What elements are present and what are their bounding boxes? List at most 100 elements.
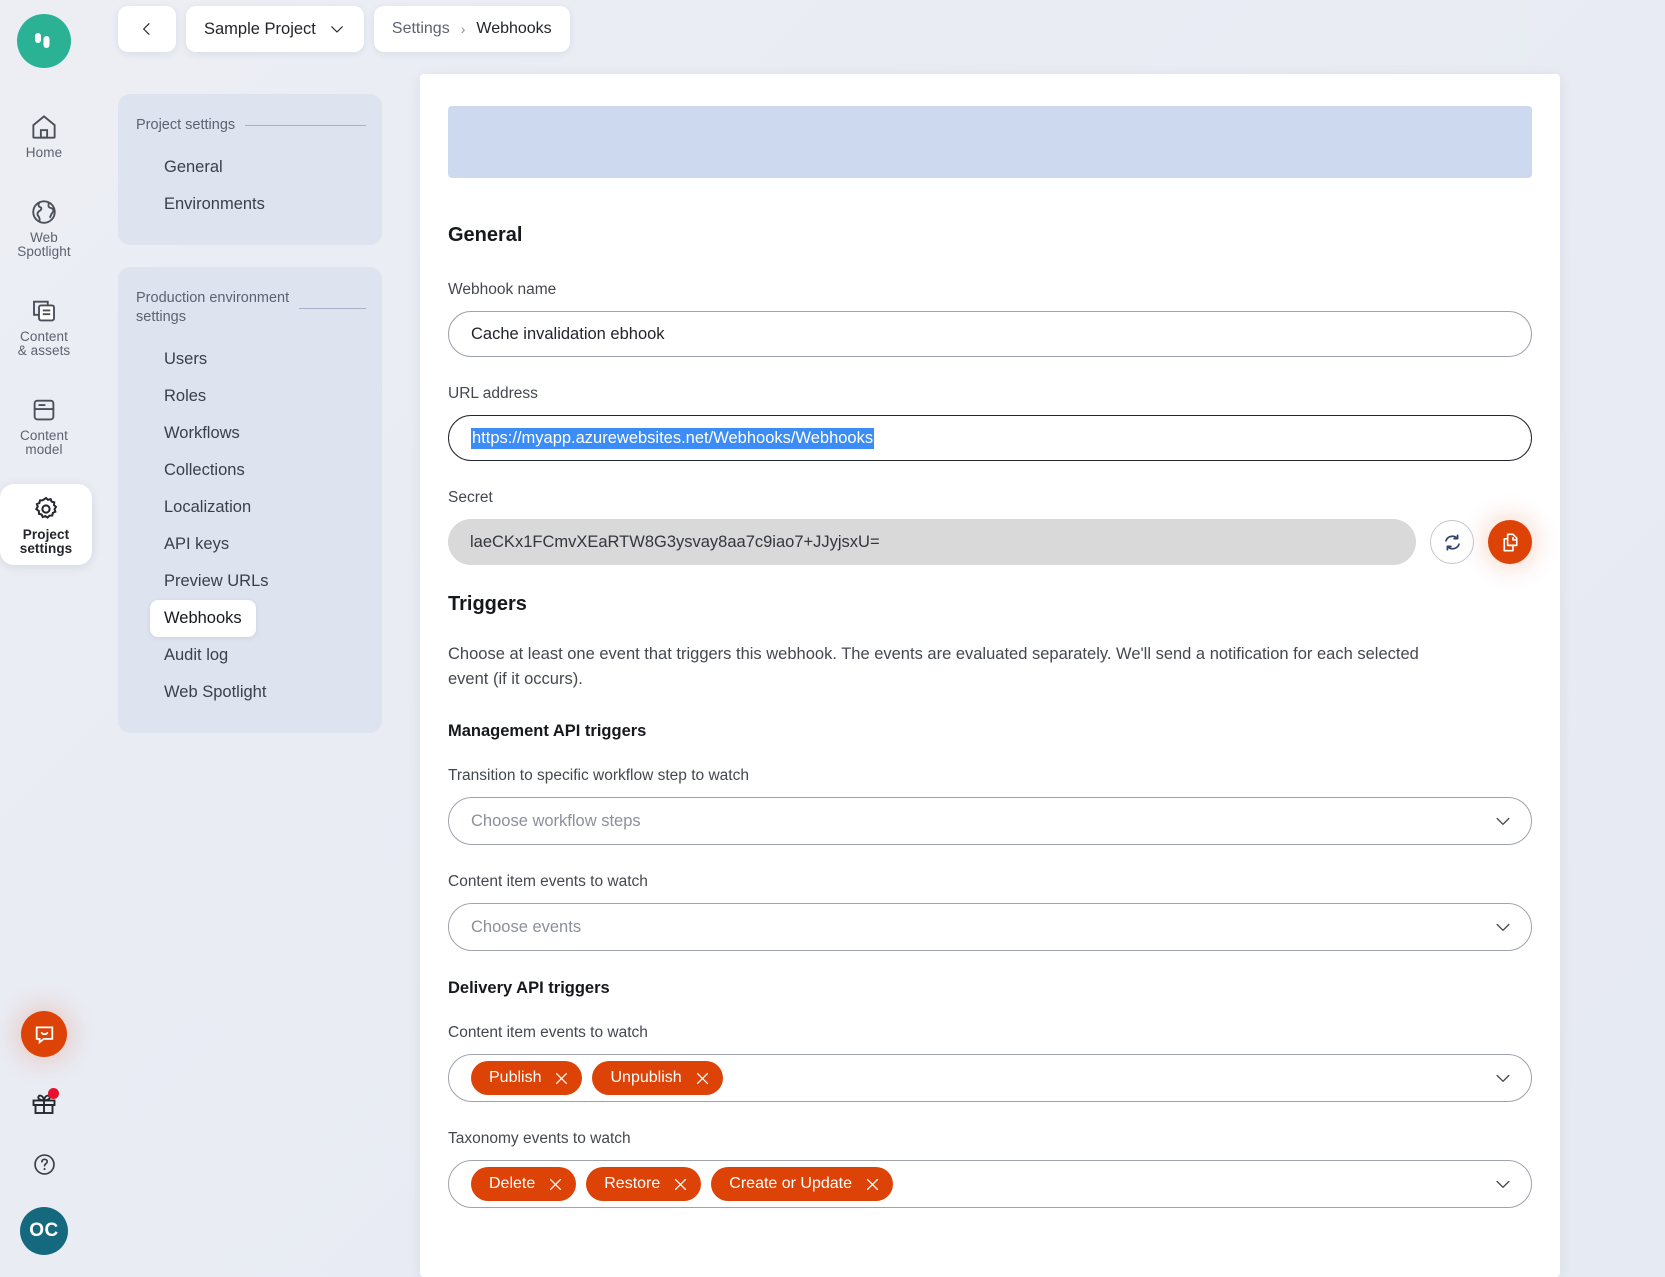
- close-icon[interactable]: [547, 1176, 564, 1193]
- divider-line: [245, 125, 366, 126]
- nav-link-roles[interactable]: Roles: [136, 378, 366, 415]
- chip-publish[interactable]: Publish: [471, 1061, 583, 1095]
- chip-label: Create or Update: [729, 1175, 853, 1192]
- nav-group-header: Project settings: [136, 116, 366, 135]
- back-button[interactable]: [118, 6, 176, 52]
- nav-link-audit-log[interactable]: Audit log: [136, 637, 366, 674]
- nav-link-webhooks[interactable]: Webhooks: [136, 600, 366, 637]
- rail-item-label: Content model: [20, 427, 68, 457]
- nav-link-label: Web Spotlight: [164, 683, 267, 701]
- rail-item-label: Project settings: [19, 526, 73, 556]
- model-icon: [33, 399, 55, 420]
- gear-icon: [34, 496, 58, 519]
- nav-link-general[interactable]: General: [136, 149, 366, 186]
- webhook-name-label: Webhook name: [448, 281, 557, 298]
- gift-notification-badge: [48, 1088, 59, 1099]
- breadcrumb-current: Webhooks: [476, 20, 552, 37]
- divider-line: [299, 307, 366, 309]
- chip-restore[interactable]: Restore: [586, 1167, 702, 1201]
- nav-group-production-environment: Production environment settings Users Ro…: [118, 267, 382, 733]
- general-heading: General: [448, 224, 523, 246]
- rail-bottom: OC: [0, 1011, 88, 1277]
- breadcrumb-parent[interactable]: Settings: [392, 20, 450, 38]
- main-content: General Webhook name Cache invalidation …: [420, 74, 1560, 1208]
- nav-link-workflows[interactable]: Workflows: [136, 415, 366, 452]
- breadcrumb[interactable]: Settings › Webhooks: [373, 6, 570, 52]
- close-icon[interactable]: [672, 1176, 689, 1193]
- app-root: Home Web Spotlight Content & assets Cont…: [0, 0, 1665, 1277]
- rail-item-project-settings[interactable]: Project settings: [0, 483, 92, 565]
- left-rail: Home Web Spotlight Content & assets Cont…: [0, 0, 92, 1277]
- management-content-events-field: Content item events to watch Choose even…: [448, 873, 1532, 951]
- triggers-description: Choose at least one event that triggers …: [448, 645, 1419, 688]
- main-panel: General Webhook name Cache invalidation …: [420, 74, 1560, 1277]
- chevron-down-icon: [1496, 1180, 1510, 1188]
- chip-label: Delete: [489, 1175, 536, 1192]
- management-content-events-placeholder: Choose events: [471, 917, 582, 936]
- delivery-content-events-field: Content item events to watch Publish Unp…: [448, 1024, 1532, 1102]
- webhook-name-input[interactable]: Cache invalidation ebhook: [448, 311, 1532, 357]
- project-selector[interactable]: Sample Project: [186, 6, 364, 52]
- close-icon[interactable]: [694, 1070, 711, 1087]
- rail-item-web-spotlight[interactable]: Web Spotlight: [0, 187, 88, 268]
- nav-link-label: Localization: [164, 498, 252, 516]
- avatar[interactable]: OC: [20, 1207, 68, 1255]
- url-address-input[interactable]: https://myapp.azurewebsites.net/Webhooks…: [448, 415, 1532, 461]
- delivery-api-triggers-heading: Delivery API triggers: [448, 979, 610, 997]
- chevron-down-icon: [1496, 817, 1510, 825]
- chip-delete[interactable]: Delete: [471, 1167, 577, 1201]
- taxonomy-events-label: Taxonomy events to watch: [448, 1130, 631, 1147]
- rail-item-label: Web Spotlight: [17, 229, 71, 259]
- nav-link-localization[interactable]: Localization: [136, 489, 366, 526]
- refresh-icon: [1444, 533, 1460, 551]
- gift-button[interactable]: [27, 1087, 61, 1121]
- close-icon[interactable]: [553, 1070, 570, 1087]
- chip-unpublish[interactable]: Unpublish: [592, 1061, 723, 1095]
- top-bar: Sample Project Settings › Webhooks: [118, 6, 570, 52]
- app-logo[interactable]: [17, 14, 71, 68]
- chip-label: Restore: [604, 1175, 661, 1192]
- management-content-events-label: Content item events to watch: [448, 873, 648, 890]
- nav-link-label: API keys: [164, 535, 230, 553]
- secret-row: laeCKx1FCmvXEaRTW8G3ysvay8aa7c9iao7+JJyj…: [448, 519, 1532, 565]
- chip-create-or-update[interactable]: Create or Update: [711, 1167, 894, 1201]
- documents-icon: [33, 300, 55, 321]
- management-content-events-select[interactable]: Choose events: [448, 903, 1532, 951]
- nav-link-users[interactable]: Users: [136, 341, 366, 378]
- nav-group-title: Project settings: [136, 117, 236, 133]
- delivery-content-events-chips: Publish Unpublish: [471, 1061, 1493, 1095]
- chip-label: Publish: [489, 1069, 542, 1086]
- nav-link-api-keys[interactable]: API keys: [136, 526, 366, 563]
- secret-label: Secret: [448, 489, 493, 506]
- nav-link-web-spotlight[interactable]: Web Spotlight: [136, 674, 366, 711]
- help-button[interactable]: [29, 1149, 59, 1179]
- copy-secret-button[interactable]: [1488, 520, 1532, 564]
- secret-value: laeCKx1FCmvXEaRTW8G3ysvay8aa7c9iao7+JJyj…: [470, 532, 880, 551]
- webhook-name-value: Cache invalidation ebhook: [471, 324, 665, 343]
- close-icon[interactable]: [864, 1176, 881, 1193]
- rail-item-label: Content & assets: [17, 328, 71, 358]
- url-address-label: URL address: [448, 385, 538, 402]
- question-mark-icon: [33, 1153, 55, 1175]
- nav-link-collections[interactable]: Collections: [136, 452, 366, 489]
- delivery-content-events-select[interactable]: Publish Unpublish: [448, 1054, 1532, 1102]
- taxonomy-events-select[interactable]: Delete Restore Create or Update: [448, 1160, 1532, 1208]
- rail-item-content-model[interactable]: Content model: [0, 385, 88, 466]
- rail-item-content-assets[interactable]: Content & assets: [0, 286, 88, 367]
- nav-link-label: Workflows: [164, 424, 240, 442]
- webhook-name-field: Webhook name Cache invalidation ebhook: [448, 281, 1532, 357]
- chat-bubble-button[interactable]: [21, 1011, 67, 1057]
- secret-value-box[interactable]: laeCKx1FCmvXEaRTW8G3ysvay8aa7c9iao7+JJyj…: [448, 519, 1416, 565]
- nav-link-label: Collections: [164, 461, 245, 479]
- nav-link-label: General: [164, 158, 223, 176]
- nav-link-preview-urls[interactable]: Preview URLs: [136, 563, 366, 600]
- url-address-field: URL address https://myapp.azurewebsites.…: [448, 385, 1532, 461]
- nav-link-environments[interactable]: Environments: [136, 186, 366, 223]
- rail-item-label: Home: [25, 145, 63, 160]
- regenerate-secret-button[interactable]: [1430, 520, 1474, 564]
- workflow-steps-select[interactable]: Choose workflow steps: [448, 797, 1532, 845]
- globe-icon: [32, 199, 56, 224]
- settings-nav: Project settings General Environments Pr…: [118, 94, 382, 755]
- taxonomy-events-chips: Delete Restore Create or Update: [471, 1167, 1493, 1201]
- rail-item-home[interactable]: Home: [0, 102, 88, 169]
